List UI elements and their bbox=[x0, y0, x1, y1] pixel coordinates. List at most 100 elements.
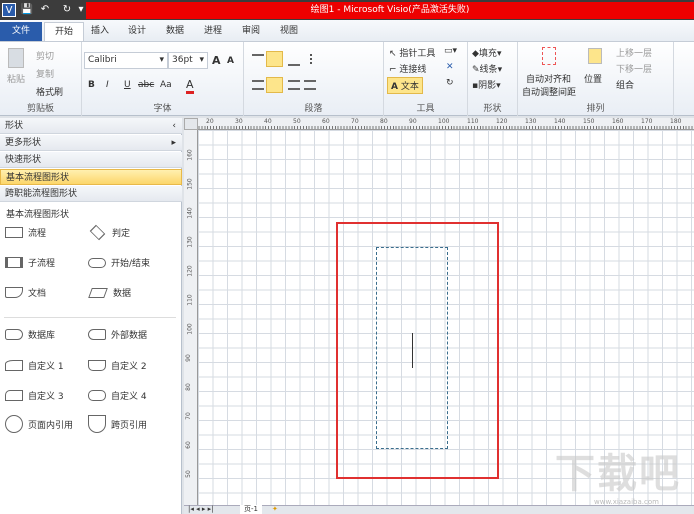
bold-button[interactable]: B bbox=[88, 80, 95, 90]
clipboard-group-label: 剪贴板 bbox=[26, 104, 54, 114]
tab-home[interactable]: 开始 bbox=[44, 22, 85, 41]
pointer-tool-button[interactable]: ↖ 指针工具 bbox=[389, 46, 435, 59]
tab-file[interactable]: 文件 bbox=[0, 22, 42, 41]
shape-subprocess[interactable]: 子流程 bbox=[5, 256, 55, 269]
shape-external-data[interactable]: 外部数据 bbox=[88, 328, 147, 341]
shape-database[interactable]: 数据库 bbox=[5, 328, 55, 341]
strikethrough-button[interactable]: abc bbox=[138, 80, 154, 90]
connector-button[interactable]: ⌐ 连接线 bbox=[389, 62, 426, 75]
shrink-font-button[interactable]: A bbox=[227, 56, 234, 66]
ruler-label: 70 bbox=[351, 118, 359, 125]
collapse-icon[interactable]: ‹ bbox=[172, 118, 176, 134]
shadow-button[interactable]: ▪阴影▾ bbox=[472, 78, 501, 91]
line-button[interactable]: ✎线条▾ bbox=[472, 62, 502, 75]
external-data-icon bbox=[88, 329, 106, 340]
font-size-select[interactable]: 36pt ▾ bbox=[168, 52, 208, 69]
shape-label: 数据 bbox=[113, 289, 132, 299]
rotate-icon[interactable]: ↻ bbox=[446, 78, 454, 88]
paste-button[interactable]: 粘贴 bbox=[7, 72, 25, 85]
tab-review[interactable]: 审阅 bbox=[232, 22, 270, 41]
shadow-label: 阴影 bbox=[478, 81, 497, 91]
align-left-icon[interactable] bbox=[252, 80, 264, 90]
align-top-icon[interactable] bbox=[252, 54, 264, 64]
group-button[interactable]: 组合 bbox=[616, 78, 634, 91]
ruler-label: 50 bbox=[293, 118, 301, 125]
page-tab[interactable]: 页-1 bbox=[240, 505, 262, 514]
ruler-label: 150 bbox=[186, 178, 194, 190]
horizontal-ruler: 20 30 40 50 60 70 80 90 100 110 120 130 140 150 160 170… bbox=[184, 118, 694, 130]
shape-label: 自定义 3 bbox=[28, 392, 64, 402]
undo-icon[interactable]: ↶ bbox=[38, 3, 52, 17]
auto-spacing-label: 自动调整间距 bbox=[522, 88, 577, 98]
copy-button[interactable]: 复制 bbox=[36, 67, 54, 80]
shape-decision[interactable]: 判定 bbox=[88, 224, 130, 241]
drawing-canvas[interactable]: 20 30 40 50 60 70 80 90 100 110 120 130 140 150 160 170… bbox=[184, 118, 694, 514]
insert-page-icon[interactable]: ✦ bbox=[272, 505, 278, 514]
save-icon[interactable]: 💾 bbox=[20, 3, 34, 17]
font-name-select[interactable]: Calibri ▾ bbox=[84, 52, 168, 69]
shape-custom-4[interactable]: 自定义 4 bbox=[88, 389, 147, 402]
more-shapes-item[interactable]: 更多形状 ▸ bbox=[0, 135, 182, 151]
shape-custom-2[interactable]: 自定义 2 bbox=[88, 359, 147, 372]
shapes-pane-header: 形状 ‹ bbox=[0, 118, 182, 134]
justify-icon[interactable] bbox=[304, 80, 316, 90]
font-color-button[interactable]: A bbox=[186, 78, 194, 94]
fill-button[interactable]: ◆填充▾ bbox=[472, 46, 501, 59]
tab-process[interactable]: 进程 bbox=[194, 22, 232, 41]
quick-shapes-item[interactable]: 快速形状 bbox=[0, 152, 182, 168]
redo-icon[interactable]: ↻ bbox=[60, 3, 74, 17]
text-tool-label: 文本 bbox=[400, 82, 419, 92]
cut-button[interactable]: 剪切 bbox=[36, 49, 54, 62]
align-middle-icon[interactable] bbox=[266, 51, 283, 67]
tab-design[interactable]: 设计 bbox=[118, 22, 156, 41]
text-tool-button[interactable]: A 文本 bbox=[387, 77, 423, 94]
shape-terminator[interactable]: 开始/结束 bbox=[88, 256, 150, 269]
format-painter-button[interactable]: 格式刷 bbox=[36, 85, 63, 98]
custom-2-icon bbox=[88, 360, 106, 371]
shape-off-page-reference[interactable]: 跨页引用 bbox=[88, 415, 147, 433]
ruler-label: 140 bbox=[554, 118, 566, 125]
shape-custom-3[interactable]: 自定义 3 bbox=[5, 389, 64, 402]
basic-flowchart-item[interactable]: 基本流程图形状 bbox=[0, 169, 182, 185]
tab-insert[interactable]: 插入 bbox=[81, 22, 119, 41]
ruler-label: 80 bbox=[380, 118, 388, 125]
underline-button[interactable]: U bbox=[124, 80, 131, 90]
tab-view[interactable]: 视图 bbox=[270, 22, 308, 41]
ruler-label: 110 bbox=[186, 294, 194, 306]
page-nav-arrows[interactable]: |◂ ◂ ▸ ▸| bbox=[188, 505, 213, 514]
shape-on-page-reference[interactable]: 页面内引用 bbox=[5, 415, 73, 433]
shape-label: 自定义 2 bbox=[111, 362, 147, 372]
align-bottom-icon[interactable] bbox=[288, 62, 300, 66]
bring-forward-button[interactable]: 上移一层 bbox=[616, 46, 652, 59]
shape-data[interactable]: 数据 bbox=[88, 286, 131, 299]
tools-group-label: 工具 bbox=[416, 104, 435, 114]
auto-align-button[interactable]: 自动对齐和 bbox=[526, 72, 571, 85]
shape-label: 文档 bbox=[28, 289, 47, 299]
auto-align-icon bbox=[542, 47, 556, 65]
align-center-icon[interactable] bbox=[266, 77, 283, 93]
align-right-icon[interactable] bbox=[288, 80, 300, 90]
fill-label: 填充 bbox=[478, 49, 497, 59]
shape-process[interactable]: 流程 bbox=[5, 226, 46, 239]
cross-functional-item[interactable]: 跨职能流程图形状 bbox=[0, 186, 182, 202]
visio-app-icon[interactable]: V bbox=[2, 3, 16, 17]
rectangle-tool-icon[interactable]: ▭▾ bbox=[444, 46, 457, 56]
close-tool-icon[interactable]: ✕ bbox=[446, 62, 454, 72]
shape-document[interactable]: 文档 bbox=[5, 286, 46, 299]
bullets-icon[interactable] bbox=[310, 54, 322, 64]
tab-data[interactable]: 数据 bbox=[156, 22, 194, 41]
position-button[interactable]: 位置 bbox=[584, 72, 602, 85]
ruler-label: 130 bbox=[525, 118, 537, 125]
change-case-button[interactable]: Aa bbox=[160, 80, 172, 90]
shape-label: 页面内引用 bbox=[28, 420, 74, 431]
italic-button[interactable]: I bbox=[106, 80, 109, 90]
shape-label: 自定义 4 bbox=[111, 392, 147, 402]
shape-group: ◆填充▾ ✎线条▾ ▪阴影▾ 形状 bbox=[468, 42, 518, 116]
database-icon bbox=[5, 329, 23, 340]
grow-font-button[interactable]: A bbox=[212, 54, 221, 67]
font-group: Calibri ▾ 36pt ▾ A A B I U abc Aa A 字体 bbox=[82, 42, 244, 116]
shape-custom-1[interactable]: 自定义 1 bbox=[5, 359, 64, 372]
font-name-value: Calibri bbox=[88, 55, 117, 65]
paste-icon bbox=[8, 48, 24, 68]
send-backward-button[interactable]: 下移一层 bbox=[616, 62, 652, 75]
